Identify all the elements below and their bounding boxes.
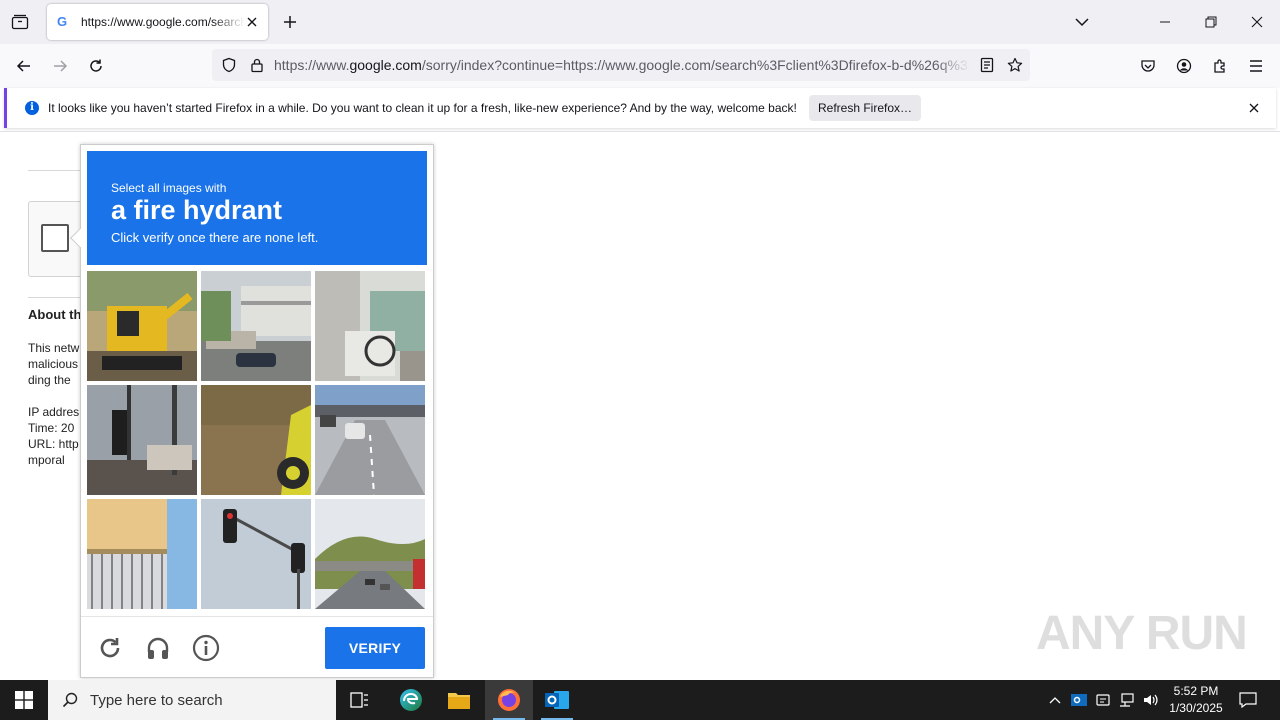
- refresh-firefox-button[interactable]: Refresh Firefox…: [809, 95, 921, 121]
- edge-browser-icon[interactable]: [387, 680, 435, 720]
- close-tab-icon[interactable]: [244, 14, 260, 30]
- image-grid: [87, 271, 427, 611]
- system-clock[interactable]: 5:52 PM 1/30/2025: [1160, 683, 1232, 717]
- page-text-line: mporal: [28, 453, 65, 467]
- tab-title: https://www.google.com/search?client=fir…: [81, 15, 245, 29]
- address-bar[interactable]: https://www.google.com/sorry/index?conti…: [212, 49, 1030, 81]
- captcha-tile-freeway-hills[interactable]: [315, 499, 425, 609]
- url-host: google.com: [349, 57, 422, 73]
- notification-message: It looks like you haven’t started Firefo…: [48, 101, 797, 115]
- page-text-line: IP addres: [28, 405, 80, 419]
- notifications-icon[interactable]: [1234, 680, 1262, 720]
- url-text[interactable]: https://www.google.com/sorry/index?conti…: [274, 57, 970, 73]
- forward-icon[interactable]: [46, 52, 74, 80]
- tracking-protection-shield-icon[interactable]: [219, 55, 239, 75]
- task-view-icon[interactable]: [336, 680, 384, 720]
- anyrun-watermark: ANY RUN: [1036, 607, 1248, 660]
- network-icon[interactable]: [1116, 680, 1138, 720]
- divider: [81, 616, 433, 617]
- captcha-tile-traffic-light-palms[interactable]: [87, 385, 197, 495]
- close-notification-icon[interactable]: [1246, 100, 1262, 116]
- page-text-line: URL: http: [28, 437, 79, 451]
- close-window-button[interactable]: [1234, 0, 1280, 44]
- divider: [28, 170, 88, 171]
- clock-time: 5:52 PM: [1173, 684, 1219, 698]
- page-text-line: Time: 20: [28, 421, 75, 435]
- help-info-icon[interactable]: [191, 633, 221, 663]
- captcha-challenge-popup: Select all images with a fire hydrant Cl…: [70, 144, 434, 678]
- volume-icon[interactable]: [1140, 680, 1162, 720]
- page-text-line: ding the: [28, 373, 71, 387]
- captcha-instructions: Select all images with a fire hydrant Cl…: [87, 151, 427, 265]
- url-prefix: https://www.: [274, 57, 350, 73]
- instruction-text: Select all images with: [111, 181, 227, 195]
- google-favicon-icon: G: [57, 14, 68, 29]
- captcha-tile-highway-cars[interactable]: [315, 385, 425, 495]
- reload-icon[interactable]: [82, 52, 110, 80]
- extensions-icon[interactable]: [1206, 52, 1234, 80]
- account-icon[interactable]: [1170, 52, 1198, 80]
- file-explorer-icon[interactable]: [435, 680, 483, 720]
- url-path: /sorry/index?continue=https://www.google…: [421, 57, 970, 73]
- search-icon: [62, 692, 78, 708]
- navigation-toolbar: https://www.google.com/sorry/index?conti…: [0, 44, 1280, 88]
- recaptcha-checkbox[interactable]: [41, 224, 69, 252]
- lock-icon[interactable]: [247, 55, 267, 75]
- pocket-icon[interactable]: [1134, 52, 1162, 80]
- captcha-tile-excavator[interactable]: [87, 271, 197, 381]
- tab-bar: G https://www.google.com/search?client=f…: [0, 0, 1280, 44]
- minimize-button[interactable]: [1142, 0, 1188, 44]
- browser-tab[interactable]: G https://www.google.com/search?client=f…: [47, 4, 268, 40]
- firefox-icon[interactable]: [485, 680, 533, 720]
- reload-challenge-icon[interactable]: [95, 633, 125, 663]
- bookmark-star-icon[interactable]: [1005, 55, 1025, 75]
- info-icon: i: [25, 101, 39, 115]
- about-heading: About th: [28, 307, 82, 322]
- instruction-subtext: Click verify once there are none left.: [111, 230, 319, 245]
- show-hidden-icons-chevron-icon[interactable]: [1044, 680, 1066, 720]
- audio-challenge-headphones-icon[interactable]: [143, 633, 173, 663]
- outlook-icon[interactable]: [533, 680, 581, 720]
- divider: [0, 131, 1280, 132]
- target-object: a fire hydrant: [111, 195, 283, 225]
- notification-bar: i It looks like you haven’t started Fire…: [4, 88, 1276, 128]
- captcha-tile-overpass-bus[interactable]: [201, 271, 311, 381]
- captcha-tile-traffic-signal-pole[interactable]: [201, 499, 311, 609]
- page-text-line: This netw: [28, 341, 80, 355]
- captcha-tile-grass-motorcycle[interactable]: [201, 385, 311, 495]
- windows-start-icon[interactable]: [0, 680, 48, 720]
- menu-hamburger-icon[interactable]: [1242, 52, 1270, 80]
- verify-button[interactable]: VERIFY: [325, 627, 425, 669]
- tab-list-icon[interactable]: [8, 10, 32, 34]
- new-tab-icon[interactable]: [280, 12, 300, 32]
- list-all-tabs-icon[interactable]: [1072, 12, 1092, 32]
- page-text-line: malicious: [28, 357, 79, 371]
- taskbar-search-box[interactable]: Type here to search: [48, 680, 336, 720]
- clock-date: 1/30/2025: [1169, 701, 1223, 715]
- tray-app-icon[interactable]: [1092, 680, 1114, 720]
- captcha-tile-balcony-railing[interactable]: [87, 499, 197, 609]
- reader-view-icon[interactable]: [977, 55, 997, 75]
- search-placeholder: Type here to search: [90, 691, 223, 709]
- captcha-tile-storefront-bike[interactable]: [315, 271, 425, 381]
- back-icon[interactable]: [10, 52, 38, 80]
- divider: [28, 297, 88, 298]
- windows-taskbar: Type here to search 5:52 PM 1/30/2025: [0, 680, 1280, 720]
- outlook-tray-icon[interactable]: [1068, 680, 1090, 720]
- restore-button[interactable]: [1188, 0, 1234, 44]
